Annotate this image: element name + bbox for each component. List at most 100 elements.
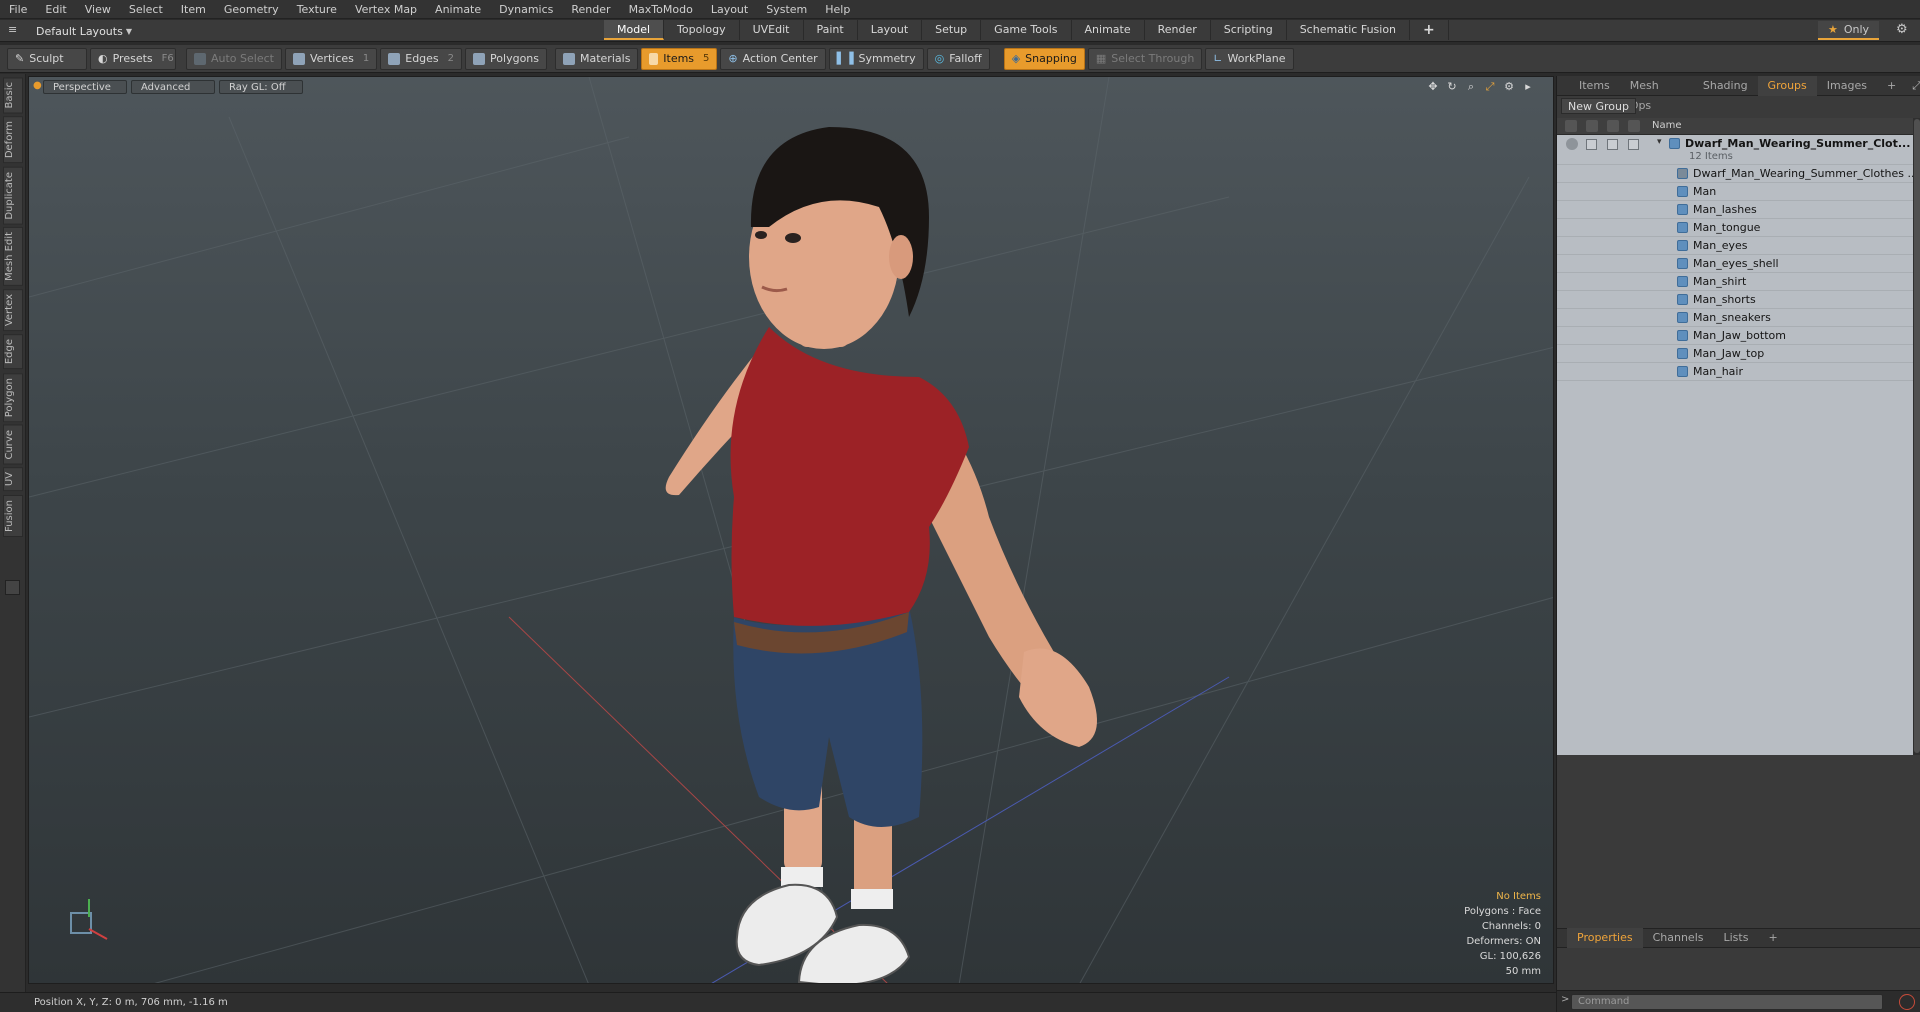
menu-maxtomodo[interactable]: MaxToModo <box>620 0 702 19</box>
select-column-icon[interactable] <box>1628 120 1640 132</box>
tab-animate[interactable]: Animate <box>1072 20 1145 40</box>
presets-button[interactable]: ◐ Presets F6 <box>90 47 176 70</box>
vtab-fusion[interactable]: Fusion <box>3 494 23 537</box>
lock-toggle[interactable] <box>1607 139 1618 150</box>
add-bottom-tab-button[interactable]: + <box>1758 928 1787 948</box>
list-item[interactable]: Dwarf_Man_Wearing_Summer_Clothes ... <box>1557 165 1918 183</box>
view-mode-button[interactable]: Perspective <box>43 80 127 94</box>
tab-images[interactable]: Images <box>1817 76 1877 96</box>
menu-select[interactable]: Select <box>120 0 172 19</box>
viewport-gear-icon[interactable]: ⚙ <box>1502 80 1516 94</box>
list-item[interactable]: Man_shirt <box>1557 273 1913 291</box>
menu-dynamics[interactable]: Dynamics <box>490 0 562 19</box>
symmetry-button[interactable]: ▌▐ Symmetry <box>828 47 924 70</box>
tab-shading[interactable]: Shading <box>1693 76 1758 96</box>
vtab-polygon[interactable]: Polygon <box>3 372 23 422</box>
tab-groups[interactable]: Groups <box>1757 75 1817 96</box>
vtab-vertex[interactable]: Vertex <box>3 289 23 332</box>
lock-column-icon[interactable] <box>1607 120 1619 132</box>
tab-model[interactable]: Model <box>604 20 665 40</box>
tab-paint[interactable]: Paint <box>804 20 858 40</box>
vtab-edge[interactable]: Edge <box>3 334 23 370</box>
select-toggle[interactable] <box>1628 139 1639 150</box>
list-item[interactable]: Man_Jaw_bottom <box>1557 327 1913 345</box>
tab-schematic-fusion[interactable]: Schematic Fusion <box>1287 20 1411 40</box>
tab-channels[interactable]: Channels <box>1643 928 1714 948</box>
only-toggle[interactable]: ★ Only <box>1818 21 1880 40</box>
expand-arrow-icon[interactable]: ▸ <box>1521 80 1535 94</box>
list-item[interactable]: Man_shorts <box>1557 291 1913 309</box>
list-item[interactable]: Man_sneakers <box>1557 309 1913 327</box>
menu-render[interactable]: Render <box>562 0 619 19</box>
gear-icon[interactable]: ⚙ <box>1896 22 1908 37</box>
vtab-basic[interactable]: Basic <box>3 77 23 114</box>
vtab-mesh-edit[interactable]: Mesh Edit <box>3 227 23 287</box>
render-column-icon[interactable] <box>1586 120 1598 132</box>
snapping-button[interactable]: ◈ Snapping <box>1003 47 1085 70</box>
menu-file[interactable]: File <box>0 0 36 19</box>
tab-layout[interactable]: Layout <box>858 20 923 40</box>
render-toggle[interactable] <box>1586 139 1597 150</box>
menu-texture[interactable]: Texture <box>288 0 346 19</box>
list-item[interactable]: Man_hair <box>1557 363 1913 381</box>
vtab-curve[interactable]: Curve <box>3 424 23 465</box>
command-history-icon[interactable] <box>1899 994 1915 1010</box>
vtab-uv[interactable]: UV <box>3 467 23 492</box>
tab-mesh-ops[interactable]: Mesh Ops <box>1620 76 1693 112</box>
tab-uvedit[interactable]: UVEdit <box>740 20 804 40</box>
layout-menu-icon[interactable]: ≡ <box>8 23 17 36</box>
rotate-icon[interactable]: ↻ <box>1445 80 1459 94</box>
group-row[interactable]: ▾ Dwarf_Man_Wearing_Summer_Clot... 12 It… <box>1557 135 1913 165</box>
menu-item[interactable]: Item <box>172 0 215 19</box>
tab-scripting[interactable]: Scripting <box>1211 20 1287 40</box>
3d-viewport[interactable]: ● Perspective Advanced Ray GL: Off ✥ ↻ ⌕… <box>28 76 1554 984</box>
materials-button[interactable]: Materials <box>555 47 639 70</box>
tab-game-tools[interactable]: Game Tools <box>981 20 1072 40</box>
polygons-button[interactable]: Polygons <box>465 47 547 70</box>
action-center-button[interactable]: ⊕ Action Center <box>720 47 826 70</box>
items-button[interactable]: Items 5 <box>641 47 718 70</box>
tree-scrollbar[interactable] <box>1913 118 1920 755</box>
sculpt-button[interactable]: ✎ Sculpt <box>7 47 87 70</box>
tab-setup[interactable]: Setup <box>922 20 982 40</box>
vertices-button[interactable]: Vertices 1 <box>284 47 378 70</box>
menu-view[interactable]: View <box>76 0 120 19</box>
tab-render[interactable]: Render <box>1145 20 1211 40</box>
viewport-menu-icon[interactable]: ● <box>33 80 42 91</box>
edges-button[interactable]: Edges 2 <box>380 47 463 70</box>
name-column-header[interactable]: Name <box>1652 120 1682 131</box>
pan-icon[interactable]: ✥ <box>1426 80 1440 94</box>
add-tab-button[interactable]: + <box>1410 20 1449 40</box>
menu-help[interactable]: Help <box>816 0 859 19</box>
fit-icon[interactable]: ⤢ <box>1483 80 1497 94</box>
maximize-icon[interactable]: ⤢ <box>1912 79 1920 93</box>
auto-select-button[interactable]: Auto Select <box>186 47 282 70</box>
strip-toggle-button[interactable] <box>5 580 20 595</box>
menu-animate[interactable]: Animate <box>426 0 490 19</box>
menu-edit[interactable]: Edit <box>36 0 75 19</box>
list-item[interactable]: Man_Jaw_top <box>1557 345 1913 363</box>
visibility-eye-icon[interactable] <box>1566 138 1578 150</box>
zoom-icon[interactable]: ⌕ <box>1464 80 1478 94</box>
menu-geometry[interactable]: Geometry <box>215 0 288 19</box>
visibility-column-icon[interactable] <box>1565 120 1577 132</box>
list-item[interactable]: Man <box>1557 183 1913 201</box>
tab-lists[interactable]: Lists <box>1714 928 1759 948</box>
list-item[interactable]: Man_tongue <box>1557 219 1913 237</box>
menu-system[interactable]: System <box>757 0 816 19</box>
raygl-button[interactable]: Ray GL: Off <box>219 80 303 94</box>
menu-layout[interactable]: Layout <box>702 0 757 19</box>
list-item[interactable]: Man_eyes <box>1557 237 1913 255</box>
new-group-button[interactable]: New Group <box>1561 98 1636 114</box>
shading-mode-button[interactable]: Advanced <box>131 80 215 94</box>
list-item[interactable]: Man_eyes_shell <box>1557 255 1913 273</box>
add-panel-tab-button[interactable]: + <box>1877 76 1906 96</box>
tab-properties[interactable]: Properties <box>1567 928 1643 948</box>
falloff-button[interactable]: ◎ Falloff <box>926 47 990 70</box>
scrollbar-thumb[interactable] <box>1914 119 1920 753</box>
vtab-duplicate[interactable]: Duplicate <box>3 166 23 225</box>
menu-vertex-map[interactable]: Vertex Map <box>346 0 426 19</box>
select-through-button[interactable]: ▦ Select Through <box>1087 47 1203 70</box>
layout-preset-dropdown[interactable]: Default Layouts ▼ <box>36 22 132 40</box>
character-model[interactable] <box>665 127 1097 984</box>
